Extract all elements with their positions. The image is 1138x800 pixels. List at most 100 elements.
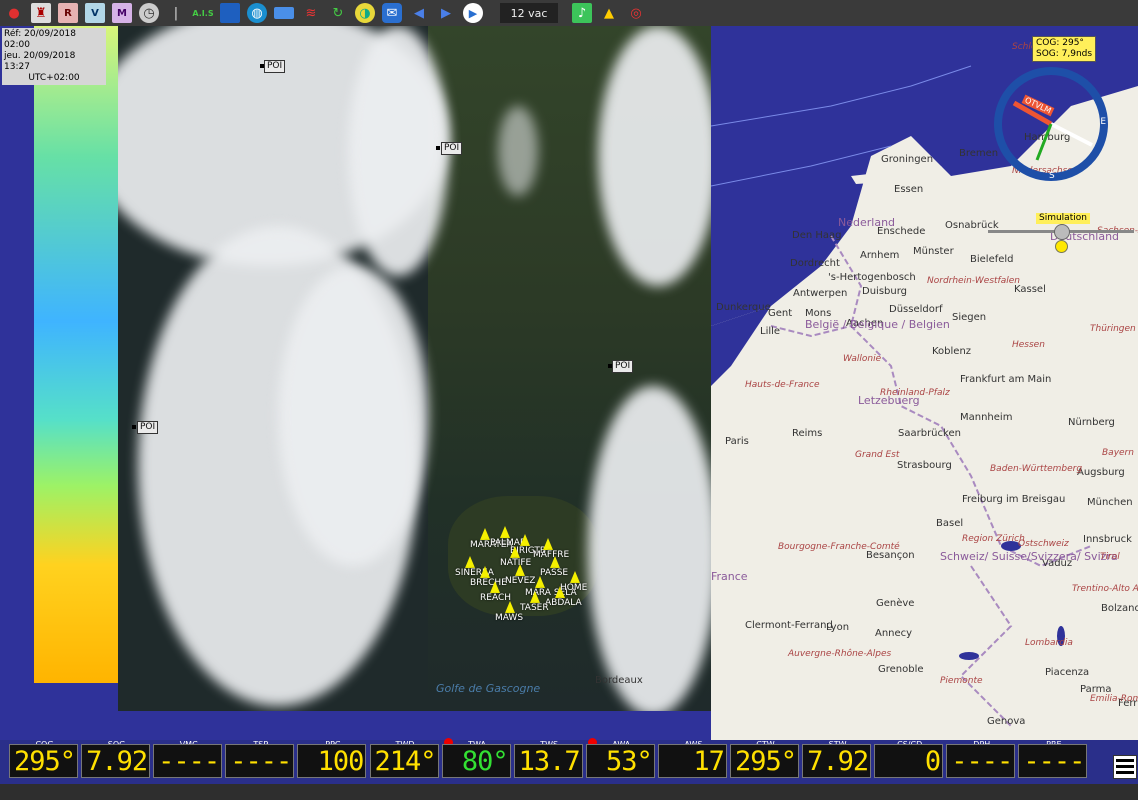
boat-marker[interactable] [500, 526, 510, 538]
previous-arrow-icon[interactable]: ◀ [409, 3, 429, 23]
mail-icon[interactable]: ✉ [382, 3, 402, 23]
lighthouse-icon[interactable]: ♜ [31, 3, 51, 23]
boat-marker[interactable] [550, 556, 560, 568]
timezone: UTC+02:00 [28, 73, 80, 83]
status-bar [0, 784, 1138, 800]
city-label: Siegen [952, 312, 987, 323]
boat-label: TASER [520, 603, 549, 613]
city-label: Den Haag [792, 230, 842, 241]
boat-marker[interactable] [505, 601, 515, 613]
v-grib-icon[interactable]: V [85, 3, 105, 23]
poi-marker[interactable] [132, 425, 136, 429]
instrument-twa[interactable]: TWA80° [441, 738, 513, 786]
m-grib-icon[interactable]: M [112, 3, 132, 23]
region-label: Rheinland-Pfalz [880, 388, 950, 398]
globe-icon[interactable]: ◍ [247, 3, 267, 23]
play-icon[interactable]: ▶ [463, 3, 483, 23]
boat-label: BRECHE [470, 578, 507, 588]
thermometer-icon[interactable]: | [166, 3, 186, 23]
city-label: Genève [876, 598, 915, 609]
blue-square-icon[interactable] [220, 3, 240, 23]
boat-marker[interactable] [520, 534, 530, 546]
city-label: Augsburg [1077, 467, 1125, 478]
instrument-cog[interactable]: COG295° [9, 740, 80, 786]
boat-marker[interactable] [530, 591, 540, 603]
poi-label[interactable]: POI [612, 360, 634, 373]
poi-marker[interactable] [436, 146, 440, 150]
city-label: Gent [768, 308, 793, 319]
instrument-awa[interactable]: AWA53° [585, 738, 657, 786]
instrument-tws[interactable]: TWS13.7 [513, 740, 585, 786]
boat-marker[interactable] [510, 546, 520, 558]
menu-icon[interactable] [1113, 755, 1137, 779]
map-pin-icon[interactable]: ● [4, 3, 24, 23]
city-label: Saarbrücken [898, 428, 961, 439]
region-label: Baden-Württemberg [990, 464, 1083, 474]
map-view[interactable]: Réf: 20/09/2018 02:00 jeu. 20/09/2018 13… [0, 26, 1138, 740]
instrument-twd[interactable]: TWD214° [369, 740, 441, 786]
instrument-ppc[interactable]: PPC100 [297, 740, 368, 786]
city-label: Antwerpen [793, 288, 848, 299]
poi-label[interactable]: POI [441, 142, 463, 155]
boat-marker[interactable] [465, 556, 475, 568]
bell-icon[interactable]: ♪ [572, 3, 592, 23]
boat-marker[interactable] [480, 528, 490, 540]
simulation-indicator[interactable] [1055, 240, 1068, 253]
country-label: België / Belgique / Belgien [805, 318, 950, 331]
r-grib-icon[interactable]: R [58, 3, 78, 23]
region-label: Lombardia [1025, 638, 1073, 648]
instrument-value: 295° [730, 744, 799, 778]
city-label: Duisburg [862, 286, 907, 297]
toolbar: ● ♜ R V M ◷ | A.I.S ◍ ≋ ↻ ◑ ✉ ◀ ▶ ▶ 12 v… [0, 0, 1138, 26]
region-label: Thüringen [1090, 324, 1136, 334]
instrument-ctw[interactable]: CTW295° [730, 740, 801, 786]
instrument-value: 17 [657, 744, 727, 778]
refresh-icon[interactable]: ↻ [328, 3, 348, 23]
instrument-sog[interactable]: SOG7.92 [81, 740, 152, 786]
boat-label: NATIFE [500, 558, 532, 568]
sea-label: Golfe de Gascogne [436, 682, 541, 695]
compass-rose[interactable]: OTVLM E S [994, 67, 1108, 181]
city-label: Paris [725, 436, 749, 447]
layers-icon[interactable] [274, 7, 294, 19]
poi-label[interactable]: POI [137, 421, 159, 434]
next-arrow-icon[interactable]: ▶ [436, 3, 456, 23]
region-label: Trentino-Alto Adige/Südtirol [1072, 584, 1138, 594]
instrument-tsp[interactable]: TSP---- [225, 740, 296, 786]
region-label: Grand Est [855, 450, 900, 460]
instrument-stw[interactable]: STW7.92 [802, 740, 873, 786]
time-info: Réf: 20/09/2018 02:00 jeu. 20/09/2018 13… [2, 28, 106, 85]
instrument-pre[interactable]: PRE---- [1018, 740, 1089, 786]
city-label: Essen [894, 184, 924, 195]
city-label: Dunkerque [716, 302, 771, 313]
city-label: Bolzano [1101, 603, 1138, 614]
city-label: Frankfurt am Main [960, 374, 1052, 385]
lifebuoy-icon[interactable]: ◎ [626, 3, 646, 23]
boat-marker[interactable] [490, 581, 500, 593]
boat-marker[interactable] [570, 571, 580, 583]
instrument-vmc[interactable]: VMC---- [153, 740, 224, 786]
city-label: Bordeaux [595, 675, 643, 686]
boat-marker[interactable] [480, 566, 490, 578]
city-label: Nürnberg [1068, 417, 1115, 428]
cog-readout: COG: 295° [1036, 38, 1084, 48]
instrument-aws[interactable]: AWS17 [657, 740, 729, 786]
clock-icon[interactable]: ◷ [139, 3, 159, 23]
windsock-icon[interactable]: ≋ [301, 3, 321, 23]
sog-readout: SOG: 7,9nds [1036, 49, 1093, 59]
city-label: Lille [760, 326, 781, 337]
weather-disc-icon[interactable]: ◑ [355, 3, 375, 23]
region-label: Nordrhein-Westfalen [927, 276, 1020, 286]
simulation-slider-handle[interactable] [1054, 224, 1070, 240]
ref-time: Réf: 20/09/2018 02:00 [4, 29, 76, 50]
boat-marker[interactable] [543, 538, 553, 550]
warning-icon[interactable]: ▲ [599, 3, 619, 23]
instrument-value: 214° [369, 744, 439, 778]
instrument-value: 100 [297, 744, 367, 778]
ais-icon[interactable]: A.I.S [192, 3, 213, 23]
instrument-cs-cd[interactable]: CS/CD0 [874, 740, 945, 786]
instrument-dph[interactable]: DPH---- [946, 740, 1017, 786]
wind-field-strip [34, 26, 118, 683]
poi-label[interactable]: POI [264, 60, 286, 73]
vac-selector[interactable]: 12 vac [500, 3, 558, 23]
